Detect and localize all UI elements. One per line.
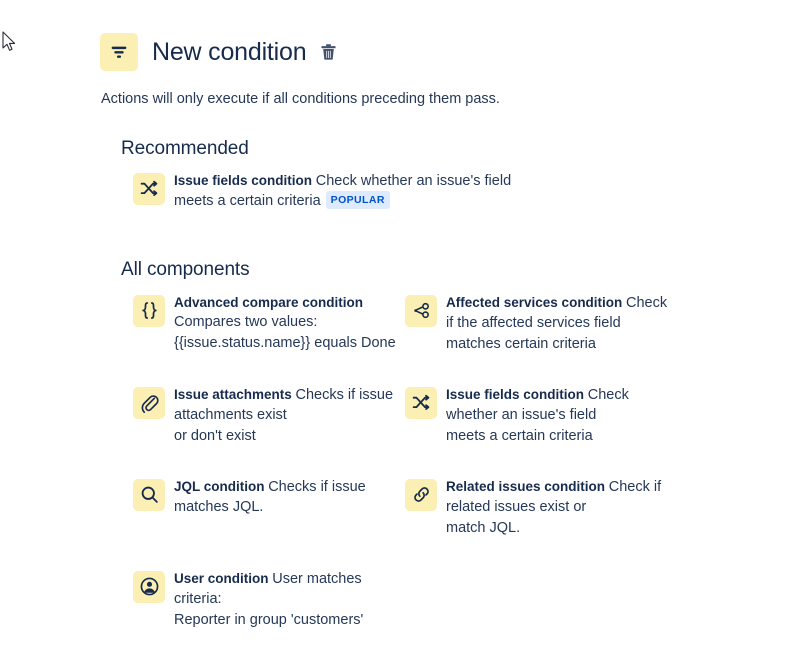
trash-icon [319, 42, 338, 62]
user-avatar-icon [133, 570, 165, 603]
component-description-line-2: {{issue.status.name}} equals Done [174, 334, 396, 351]
component-item-user-condition[interactable]: User condition User matches criteria: Re… [133, 569, 405, 631]
component-item-related-issues-condition[interactable]: Related issues condition Check if relate… [405, 477, 677, 539]
component-description-line-2: meets a certain criteria [446, 427, 593, 444]
shuffle-icon [133, 172, 165, 205]
curly-braces-icon [133, 294, 165, 327]
new-condition-panel: New condition Actions will only execute … [100, 0, 760, 661]
recommended-heading: Recommended [121, 137, 249, 159]
shuffle-icon [405, 386, 437, 419]
component-title: Issue fields condition [174, 172, 313, 188]
component-description-line-2: or don't exist [174, 427, 256, 444]
paperclip-icon [133, 386, 165, 419]
panel-header: New condition [100, 31, 760, 73]
recommended-list: Issue fields condition Check whether an … [133, 171, 760, 212]
all-components-heading: All components [121, 258, 250, 280]
search-icon [133, 478, 165, 511]
panel-subtitle: Actions will only execute if all conditi… [101, 91, 500, 107]
component-description-line-2: matches certain criteria [446, 335, 596, 352]
component-item-issue-fields-condition[interactable]: Issue fields condition Check whether an … [405, 385, 677, 447]
component-description-line-2: match JQL. [446, 519, 521, 536]
component-description-line-1: Check whether an issue's field [315, 172, 512, 189]
component-title: User condition [174, 570, 269, 586]
component-item-advanced-compare-condition[interactable]: Advanced compare condition Compares two … [133, 293, 405, 354]
link-icon [405, 478, 437, 511]
component-title: JQL condition [174, 478, 265, 494]
delete-condition-button[interactable] [317, 41, 339, 63]
component-title: Issue attachments [174, 386, 292, 402]
page-title: New condition [152, 37, 307, 66]
component-item-issue-attachments[interactable]: Issue attachments Checks if issue attach… [133, 385, 405, 447]
component-title: Related issues condition [446, 478, 606, 494]
component-item-jql-condition[interactable]: JQL condition Checks if issue matches JQ… [133, 477, 405, 518]
component-description-line-1: Compares two values: [174, 314, 318, 331]
affected-services-node-icon [405, 294, 437, 327]
component-description: Compares two values: {{issue.status.name… [174, 314, 396, 351]
component-item-affected-services-condition[interactable]: Affected services condition Check if the… [405, 293, 677, 355]
component-title: Issue fields condition [446, 386, 585, 402]
component-title: Advanced compare condition [174, 294, 364, 310]
component-title: Affected services condition [446, 294, 623, 310]
filter-icon [100, 33, 138, 71]
component-description-line-2: Reporter in group 'customers' [174, 611, 364, 628]
component-description-line-2: meets a certain criteria [174, 193, 321, 210]
status-badge: POPULAR [325, 191, 390, 210]
all-components-grid: Advanced compare condition Compares two … [133, 293, 760, 661]
grid-empty-cell [405, 569, 677, 661]
component-item-issue-fields-condition-recommended[interactable]: Issue fields condition Check whether an … [133, 171, 511, 212]
mouse-cursor [2, 31, 16, 51]
